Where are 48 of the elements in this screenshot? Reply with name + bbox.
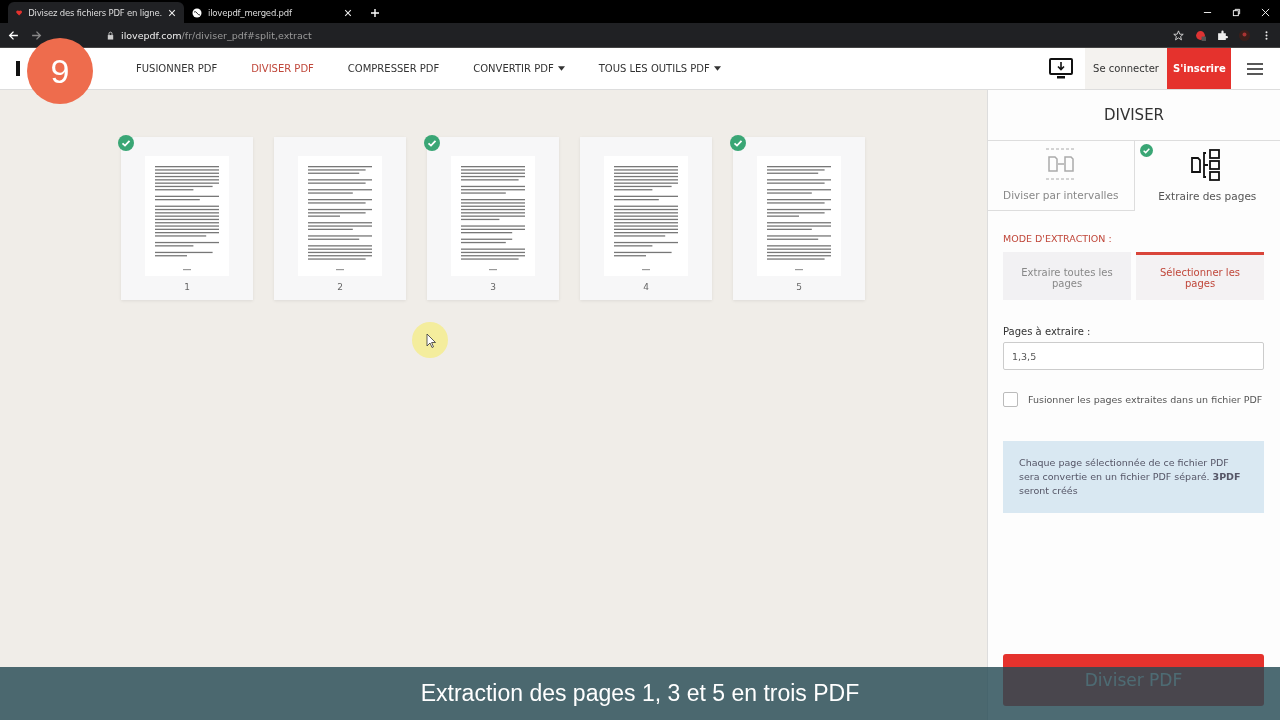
checkbox-label[interactable]: Fusionner les pages extraites dans un fichier PDF [1028,394,1263,405]
menu-icon[interactable] [1247,62,1263,75]
nav-link[interactable]: TOUS LES OUTILS PDF [598,63,721,74]
section-label: MODE D'EXTRACTION : [1003,233,1113,244]
puzzle-icon[interactable] [1217,29,1228,41]
check-icon [1139,144,1153,157]
page-card[interactable]: 3 [427,137,559,300]
step-badge: 9 [27,38,93,104]
page-number: 5 [796,282,802,292]
nav-link[interactable]: CONVERTIR PDF [473,63,565,74]
panel-title: DIVISER [988,90,1280,141]
page-card[interactable]: 5 [733,137,865,300]
browser-tab[interactable]: Divisez des fichiers PDF en ligne. [8,2,184,23]
page-number: 3 [490,282,496,292]
info-text: Chaque page sélectionnée de ce fichier PDF sera convertie en un fichier PDF séparé. 3PDF seront créés [1019,456,1242,498]
lock-icon [106,30,115,40]
close-icon[interactable] [168,8,176,17]
page-card[interactable]: 4 [580,137,712,300]
page-number: 4 [643,282,649,292]
heart-icon [16,7,23,18]
page-number: 2 [337,282,343,292]
mode-tab[interactable]: Extraire des pages [1134,141,1280,211]
nav-link[interactable]: FUSIONNER PDF [136,63,218,74]
caption-text: Extraction des pages 1, 3 et 5 en trois PDF [420,680,860,707]
star-icon[interactable] [1173,29,1184,41]
page-card[interactable]: 2 [274,137,406,300]
nav-link[interactable]: DIVISER PDF [251,63,314,74]
page-number: 1 [184,282,190,292]
page-card[interactable]: 1 [121,137,253,300]
browser-tab[interactable]: ilovepdf_merged.pdf [184,2,360,23]
mode-tab[interactable]: Diviser par intervalles [988,141,1135,211]
extension-icon[interactable] [1195,29,1206,41]
option-button[interactable]: Sélectionner les pages [1136,252,1264,300]
back-icon[interactable] [8,29,19,41]
avatar-icon[interactable] [1239,29,1250,41]
signup-button[interactable]: S'inscrire [1167,48,1231,89]
login-button[interactable]: Se connecter [1085,48,1167,89]
new-tab-icon[interactable] [370,8,380,18]
cursor-icon [412,322,448,358]
field-label: Pages à extraire : [1003,326,1092,337]
nav-link[interactable]: COMPRESSER PDF [347,63,440,74]
restore-icon[interactable] [1232,8,1241,17]
forward-icon[interactable] [31,29,42,41]
input-field[interactable]: 1,3,5 [1003,342,1264,370]
close-icon[interactable] [344,8,352,17]
checkbox[interactable] [1003,392,1018,407]
desktop-download-icon[interactable] [1049,57,1073,80]
globe-icon [192,7,202,18]
